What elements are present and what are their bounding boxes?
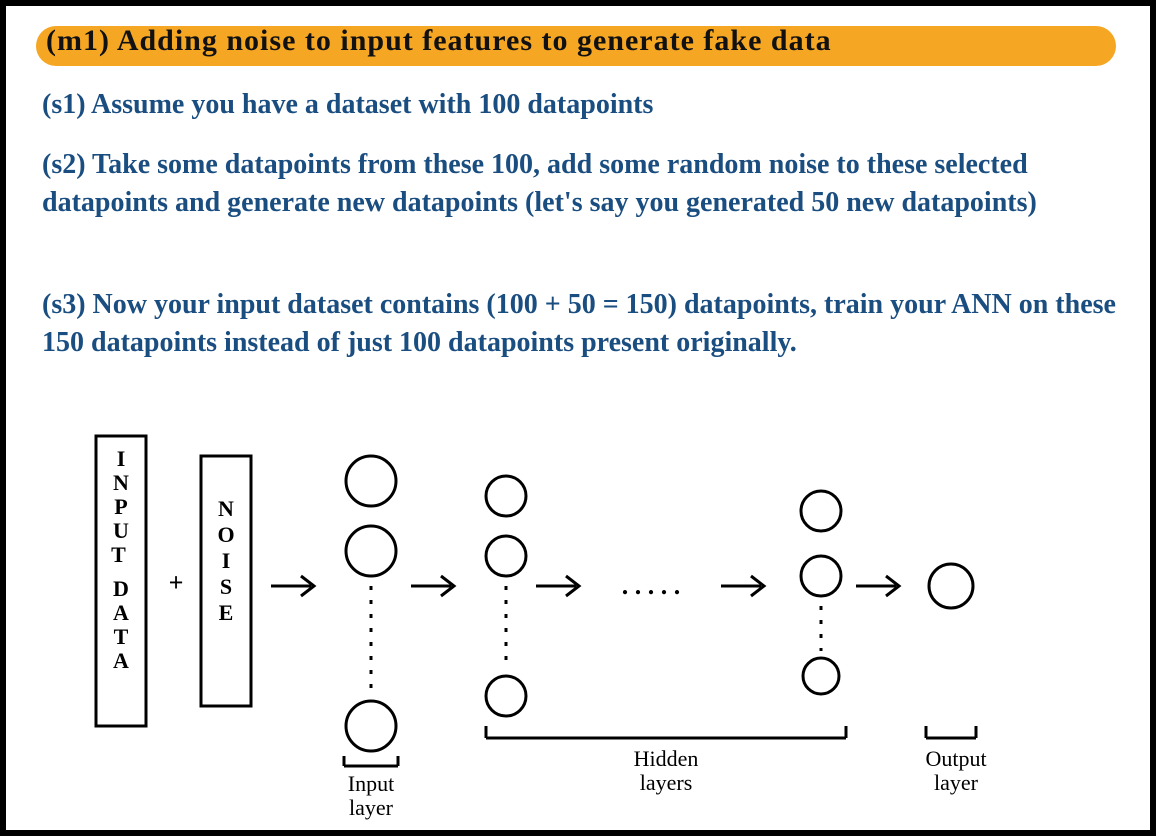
input-data-label: INPUT DATA [111, 446, 131, 673]
layers-ellipsis: . . . . . [622, 571, 681, 600]
page: (m1) Adding noise to input features to g… [0, 0, 1156, 836]
output-layer [929, 564, 973, 608]
arrow-4 [721, 576, 764, 596]
plus-sign: + [169, 568, 184, 597]
step-1: (s1) Assume you have a dataset with 100 … [42, 86, 1102, 124]
hidden-layers-bracket [486, 726, 846, 738]
hidden-layer-1 [486, 476, 526, 716]
output-layer-label: Outputlayer [925, 746, 986, 795]
input-layer-label: Inputlayer [348, 771, 394, 820]
input-layer-bracket [344, 756, 398, 766]
arrow-1 [271, 576, 314, 596]
hidden-layer-n [801, 491, 841, 694]
output-layer-bracket [926, 726, 976, 738]
ann-svg: INPUT DATA + NOISE [86, 426, 1086, 806]
input-layer [346, 456, 396, 751]
arrow-5 [856, 576, 899, 596]
hidden-layers-label: Hiddenlayers [634, 746, 699, 795]
title: (m1) Adding noise to input features to g… [46, 24, 832, 58]
step-2: (s2) Take some datapoints from these 100… [42, 146, 1122, 222]
step-3: (s3) Now your input dataset contains (10… [42, 286, 1122, 362]
arrow-3 [536, 576, 579, 596]
noise-label: NOISE [217, 496, 234, 625]
arrow-2 [411, 576, 454, 596]
ann-diagram: INPUT DATA + NOISE [86, 426, 1086, 806]
